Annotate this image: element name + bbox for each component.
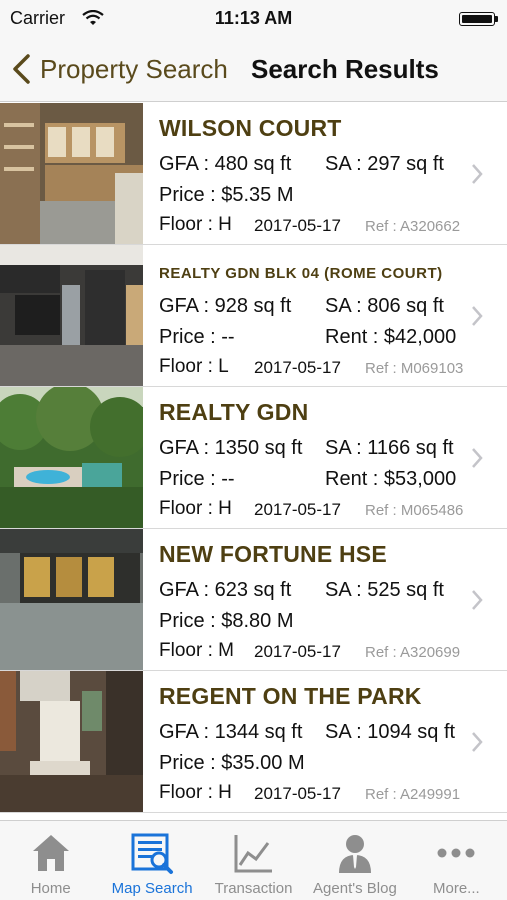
property-photo xyxy=(0,245,143,386)
listing-date: 2017-05-17 xyxy=(254,642,341,661)
floor-value: Floor : L xyxy=(159,356,229,377)
result-row[interactable]: REGENT ON THE PARK GFA : 1344 sq ft SA :… xyxy=(0,671,507,813)
gfa-value: GFA : 623 sq ft xyxy=(159,579,292,601)
line-chart-icon xyxy=(234,835,272,873)
map-search-icon xyxy=(131,833,174,874)
chevron-right-icon xyxy=(472,306,483,326)
chevron-right-icon xyxy=(472,448,483,468)
gfa-value: GFA : 480 sq ft xyxy=(159,153,292,175)
tab-agents-blog[interactable]: Agent's Blog xyxy=(304,821,405,900)
chevron-right-icon xyxy=(472,164,483,184)
results-list[interactable]: WILSON COURT GFA : 480 sq ft SA : 297 sq… xyxy=(0,103,507,820)
tab-more[interactable]: More... xyxy=(406,821,507,900)
battery-icon xyxy=(459,12,498,26)
back-chevron-icon xyxy=(13,54,30,84)
back-button[interactable]: Property Search xyxy=(10,50,228,88)
status-bar: Carrier 11:13 AM xyxy=(0,0,507,36)
listing-date: 2017-05-17 xyxy=(254,500,341,519)
chevron-right-icon xyxy=(472,732,483,752)
price-value: Price : -- xyxy=(159,468,235,490)
property-photo xyxy=(0,387,143,528)
property-name: REALTY GDN xyxy=(159,399,309,425)
status-time: 11:13 AM xyxy=(214,8,293,28)
reference-code: Ref : A320662 xyxy=(365,218,461,235)
tab-bar: Home Map Search Transaction Agent's Blog xyxy=(0,820,507,900)
property-photo xyxy=(0,103,143,244)
price-value: Price : $35.00 M xyxy=(159,752,305,774)
listing-date: 2017-05-17 xyxy=(254,784,341,803)
sa-value: SA : 1094 sq ft xyxy=(325,721,456,743)
home-icon xyxy=(32,835,69,871)
property-name: WILSON COURT xyxy=(159,115,342,141)
rent-value: Rent : $42,000 xyxy=(325,326,457,348)
property-photo xyxy=(0,529,143,670)
floor-value: Floor : H xyxy=(159,214,232,235)
property-photo xyxy=(0,671,143,812)
tab-label: Agent's Blog xyxy=(313,880,397,897)
tab-label: More... xyxy=(432,880,480,897)
tab-home[interactable]: Home xyxy=(0,821,101,900)
gfa-value: GFA : 1344 sq ft xyxy=(159,721,303,743)
rent-value: Rent : $53,000 xyxy=(325,468,457,490)
listing-date: 2017-05-17 xyxy=(254,358,341,377)
result-row[interactable]: REALTY GDN BLK 04 (ROME COURT) GFA : 928… xyxy=(0,245,507,387)
sa-value: SA : 806 sq ft xyxy=(325,295,444,317)
tab-map-search[interactable]: Map Search xyxy=(101,821,202,900)
agent-icon xyxy=(338,835,371,873)
tab-label: Map Search xyxy=(111,880,193,897)
property-name: REALTY GDN BLK 04 (ROME COURT) xyxy=(159,265,443,282)
navigation-bar: Property Search Search Results xyxy=(0,36,507,102)
price-value: Price : $8.80 M xyxy=(159,610,294,632)
sa-value: SA : 525 sq ft xyxy=(325,579,444,601)
price-value: Price : -- xyxy=(159,326,235,348)
reference-code: Ref : A249991 xyxy=(365,786,461,803)
chevron-right-icon xyxy=(472,590,483,610)
gfa-value: GFA : 928 sq ft xyxy=(159,295,292,317)
floor-value: Floor : H xyxy=(159,498,232,519)
property-name: REGENT ON THE PARK xyxy=(159,683,422,709)
gfa-value: GFA : 1350 sq ft xyxy=(159,437,303,459)
reference-code: Ref : M065486 xyxy=(365,502,464,519)
sa-value: SA : 1166 sq ft xyxy=(325,437,454,459)
result-row[interactable]: REALTY GDN GFA : 1350 sq ft SA : 1166 sq… xyxy=(0,387,507,529)
result-row[interactable]: NEW FORTUNE HSE GFA : 623 sq ft SA : 525… xyxy=(0,529,507,671)
tab-transaction[interactable]: Transaction xyxy=(203,821,304,900)
reference-code: Ref : M069103 xyxy=(365,360,464,377)
more-icon xyxy=(437,848,475,858)
tab-label: Transaction xyxy=(214,880,293,897)
price-value: Price : $5.35 M xyxy=(159,184,294,206)
sa-value: SA : 297 sq ft xyxy=(325,153,444,175)
result-row[interactable]: WILSON COURT GFA : 480 sq ft SA : 297 sq… xyxy=(0,103,507,245)
tab-label: Home xyxy=(30,880,71,897)
page-title: Search Results xyxy=(251,54,439,84)
listing-date: 2017-05-17 xyxy=(254,216,341,235)
floor-value: Floor : M xyxy=(159,640,234,661)
property-name: NEW FORTUNE HSE xyxy=(159,541,387,567)
back-label: Property Search xyxy=(40,53,228,84)
floor-value: Floor : H xyxy=(159,782,232,803)
reference-code: Ref : A320699 xyxy=(365,644,461,661)
